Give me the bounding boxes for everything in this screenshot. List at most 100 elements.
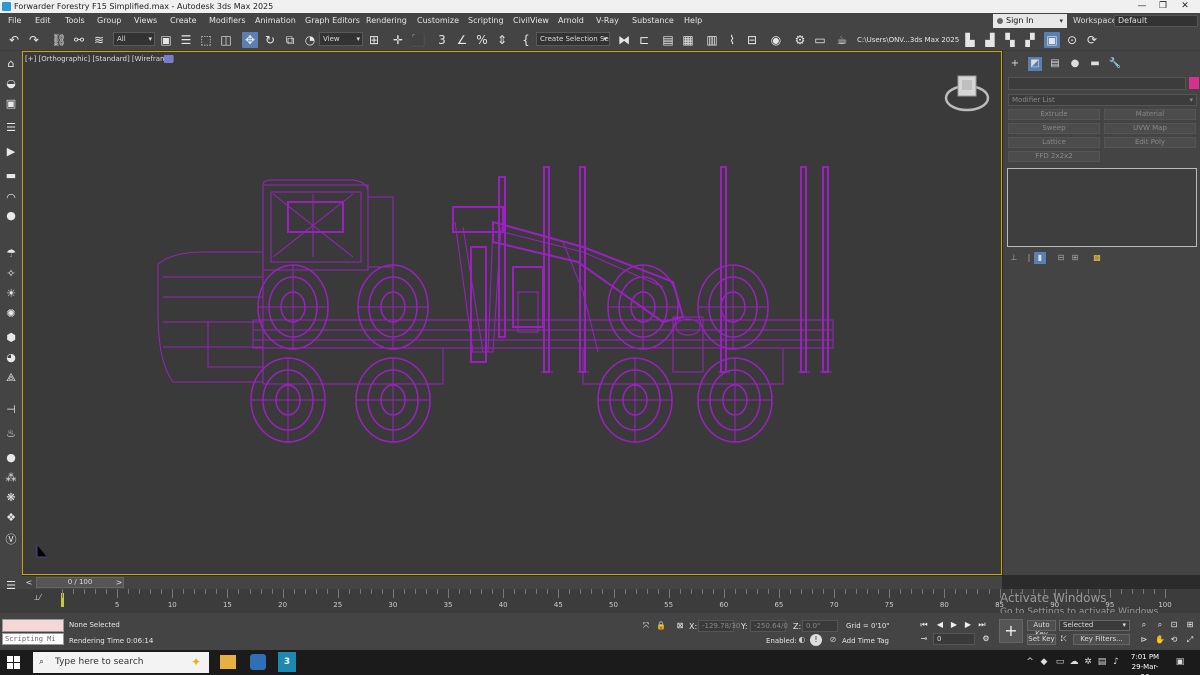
tray-chevron-icon[interactable]: ^ [1024,656,1036,668]
time-slider-prev[interactable]: < [24,576,34,589]
pivot-center-icon[interactable]: ⊞ [366,32,382,48]
menu-file[interactable]: File [8,13,21,29]
scripting-mini-listener[interactable]: Scripting Mi [2,633,64,645]
play-icon[interactable]: ▶ [948,619,960,631]
zoom-extents-icon[interactable]: ⊡ [1168,619,1180,631]
tray-monitor-icon[interactable]: ▭ [1054,656,1066,668]
keyboard-shortcut-override-icon[interactable]: ⬛ [410,32,426,48]
hat-icon[interactable]: ◠ [3,191,19,205]
selection-filter-dropdown[interactable]: All [113,32,155,46]
align-icon[interactable]: ⊏ [636,32,652,48]
redo-icon[interactable]: ↷ [26,32,42,48]
menu-edit[interactable]: Edit [35,13,51,29]
render-setup-icon[interactable]: ⚙ [792,32,808,48]
spotlight-icon[interactable]: ☂ [3,247,19,261]
material-editor-icon[interactable]: ◉ [768,32,784,48]
key-filters-button[interactable]: Key Filters... [1073,634,1130,645]
toggle-ribbon-icon[interactable]: ▥ [704,32,720,48]
time-tag-icon[interactable]: ⊘ [827,634,839,646]
placement-icon[interactable]: ◔ [302,32,318,48]
adaptive-degradation-toggle-icon[interactable]: ◐ [796,634,808,646]
key-mode-icon[interactable]: ⊸ [918,633,930,645]
object-name-field[interactable] [1008,77,1186,90]
sun-icon[interactable]: ☀ [3,287,19,301]
project-path[interactable]: C:\Users\ONV...3ds Max 2025 [857,36,959,45]
create-house-icon[interactable]: ⌂ [3,57,19,71]
menu-modifiers[interactable]: Modifiers [209,13,246,29]
bone-icon[interactable]: ⊣ [3,403,19,417]
3dsmax-taskbar-icon[interactable]: 3 [278,652,296,672]
default-in-out-tangents-icon[interactable]: ⤪ [1058,633,1070,645]
mirror-icon[interactable]: ⧓ [616,32,632,48]
box-icon[interactable]: ⬢ [3,331,19,345]
windows-start-icon[interactable] [7,656,20,669]
zoom-all-icon[interactable]: ⌕ [1154,619,1166,631]
menu-graph-editors[interactable]: Graph Editors [305,13,360,29]
snaps-toggle-icon[interactable]: 3 [434,32,450,48]
vray-icon[interactable]: Ⓥ [3,533,19,547]
x-coordinate-field[interactable]: -129.78/30 [698,620,740,632]
fluid-icon[interactable]: ❖ [3,511,19,525]
add-time-tag[interactable]: Add Time Tag [842,637,889,645]
go-to-start-icon[interactable]: ⏮ [918,619,930,631]
undo-icon[interactable]: ↶ [6,32,22,48]
auto-key-button[interactable]: Auto Key [1027,620,1056,638]
modifier-lattice-button[interactable]: Lattice [1008,137,1100,148]
previous-frame-icon[interactable]: ◀ [934,619,946,631]
display-tab-icon[interactable]: ▬ [1088,57,1102,71]
select-and-scale-icon[interactable]: ⧉ [282,32,298,48]
schematic-view-icon[interactable]: ⊟ [744,32,760,48]
create-tab-icon[interactable]: + [1008,57,1022,71]
z-coordinate-field[interactable]: 0.0" [802,620,838,632]
window-crossing-icon[interactable]: ◫ [218,32,234,48]
zoom-icon[interactable]: ⌕ [1138,619,1150,631]
timer-icon[interactable]: ⊙ [1064,32,1080,48]
sphere-orange-icon[interactable]: ● [3,209,19,223]
viewport-front-orthographic[interactable]: [+] [Orthographic] [Standard] [Wireframe… [22,51,1002,575]
modifier-sets-icon[interactable]: ▩ [1091,252,1103,264]
lock-selection-icon[interactable]: 🔒 [655,620,667,632]
rectangular-selection-icon[interactable]: ⬚ [198,32,214,48]
next-frame-icon[interactable]: ▶ [962,619,974,631]
menu-civilview[interactable]: CivilView [513,13,549,29]
list-icon[interactable]: ☰ [3,121,19,135]
pin-stack-icon[interactable]: ⊥ [1008,252,1020,264]
time-slider[interactable]: < 0 / 100 > [22,576,1002,589]
menu-animation[interactable]: Animation [255,13,296,29]
remove-modifier-icon[interactable]: ⊟ [1055,252,1067,264]
save-file-icon[interactable]: ▟ [982,32,998,48]
render-production-icon[interactable]: ☕ [834,32,850,48]
modifier-edit-poly-button[interactable]: Edit Poly [1104,137,1196,148]
modifier-uvw-map-button[interactable]: UVW Map [1104,123,1196,134]
hierarchy-tab-icon[interactable]: ▤ [1048,57,1062,71]
sign-in-button[interactable]: Sign In ▾ [993,14,1067,28]
sculpt-icon[interactable]: ◒ [3,77,19,91]
menu-substance[interactable]: Substance [632,13,674,29]
camera-icon[interactable]: ▣ [3,97,19,111]
forwarder-wireframe-model[interactable] [23,52,1003,576]
scene-explorer-icon[interactable]: ▤ [660,32,676,48]
viewport-layout-icon[interactable]: ▞ [1022,32,1038,48]
track-bar-icon[interactable]: ⟂⁄ [34,593,41,603]
menu-views[interactable]: Views [134,13,157,29]
modifier-material-button[interactable]: Material [1104,109,1196,120]
go-to-end-icon[interactable]: ⏭ [976,619,988,631]
taskbar-search-input[interactable]: ⌕ Type here to search ✦ [33,652,209,673]
select-by-name-icon[interactable]: ☰ [178,32,194,48]
rendered-frame-window-icon[interactable]: ▭ [812,32,828,48]
tray-network-icon[interactable]: ▤ [1096,656,1108,668]
make-unique-icon[interactable]: ▮ [1034,252,1046,264]
particle-flow-icon[interactable]: ❋ [3,491,19,505]
menu-group[interactable]: Group [97,13,121,29]
fire-icon[interactable]: ♨ [3,427,19,441]
tray-cloud-icon[interactable]: ☁ [1068,656,1080,668]
taskbar-clock[interactable]: 7:01 PM 29-Mar-26 [1128,652,1162,675]
light-icon[interactable]: ✧ [3,267,19,281]
absolute-mode-icon[interactable]: ⊠ [674,620,686,632]
modifier-extrude-button[interactable]: Extrude [1008,109,1100,120]
menu-rendering[interactable]: Rendering [366,13,407,29]
set-keys-icon[interactable]: + [999,619,1023,643]
tripod-icon[interactable]: ⟁ [3,371,19,385]
modifier-ffd-button[interactable]: FFD 2x2x2 [1008,151,1100,162]
menu-vray[interactable]: V-Ray [596,13,619,29]
